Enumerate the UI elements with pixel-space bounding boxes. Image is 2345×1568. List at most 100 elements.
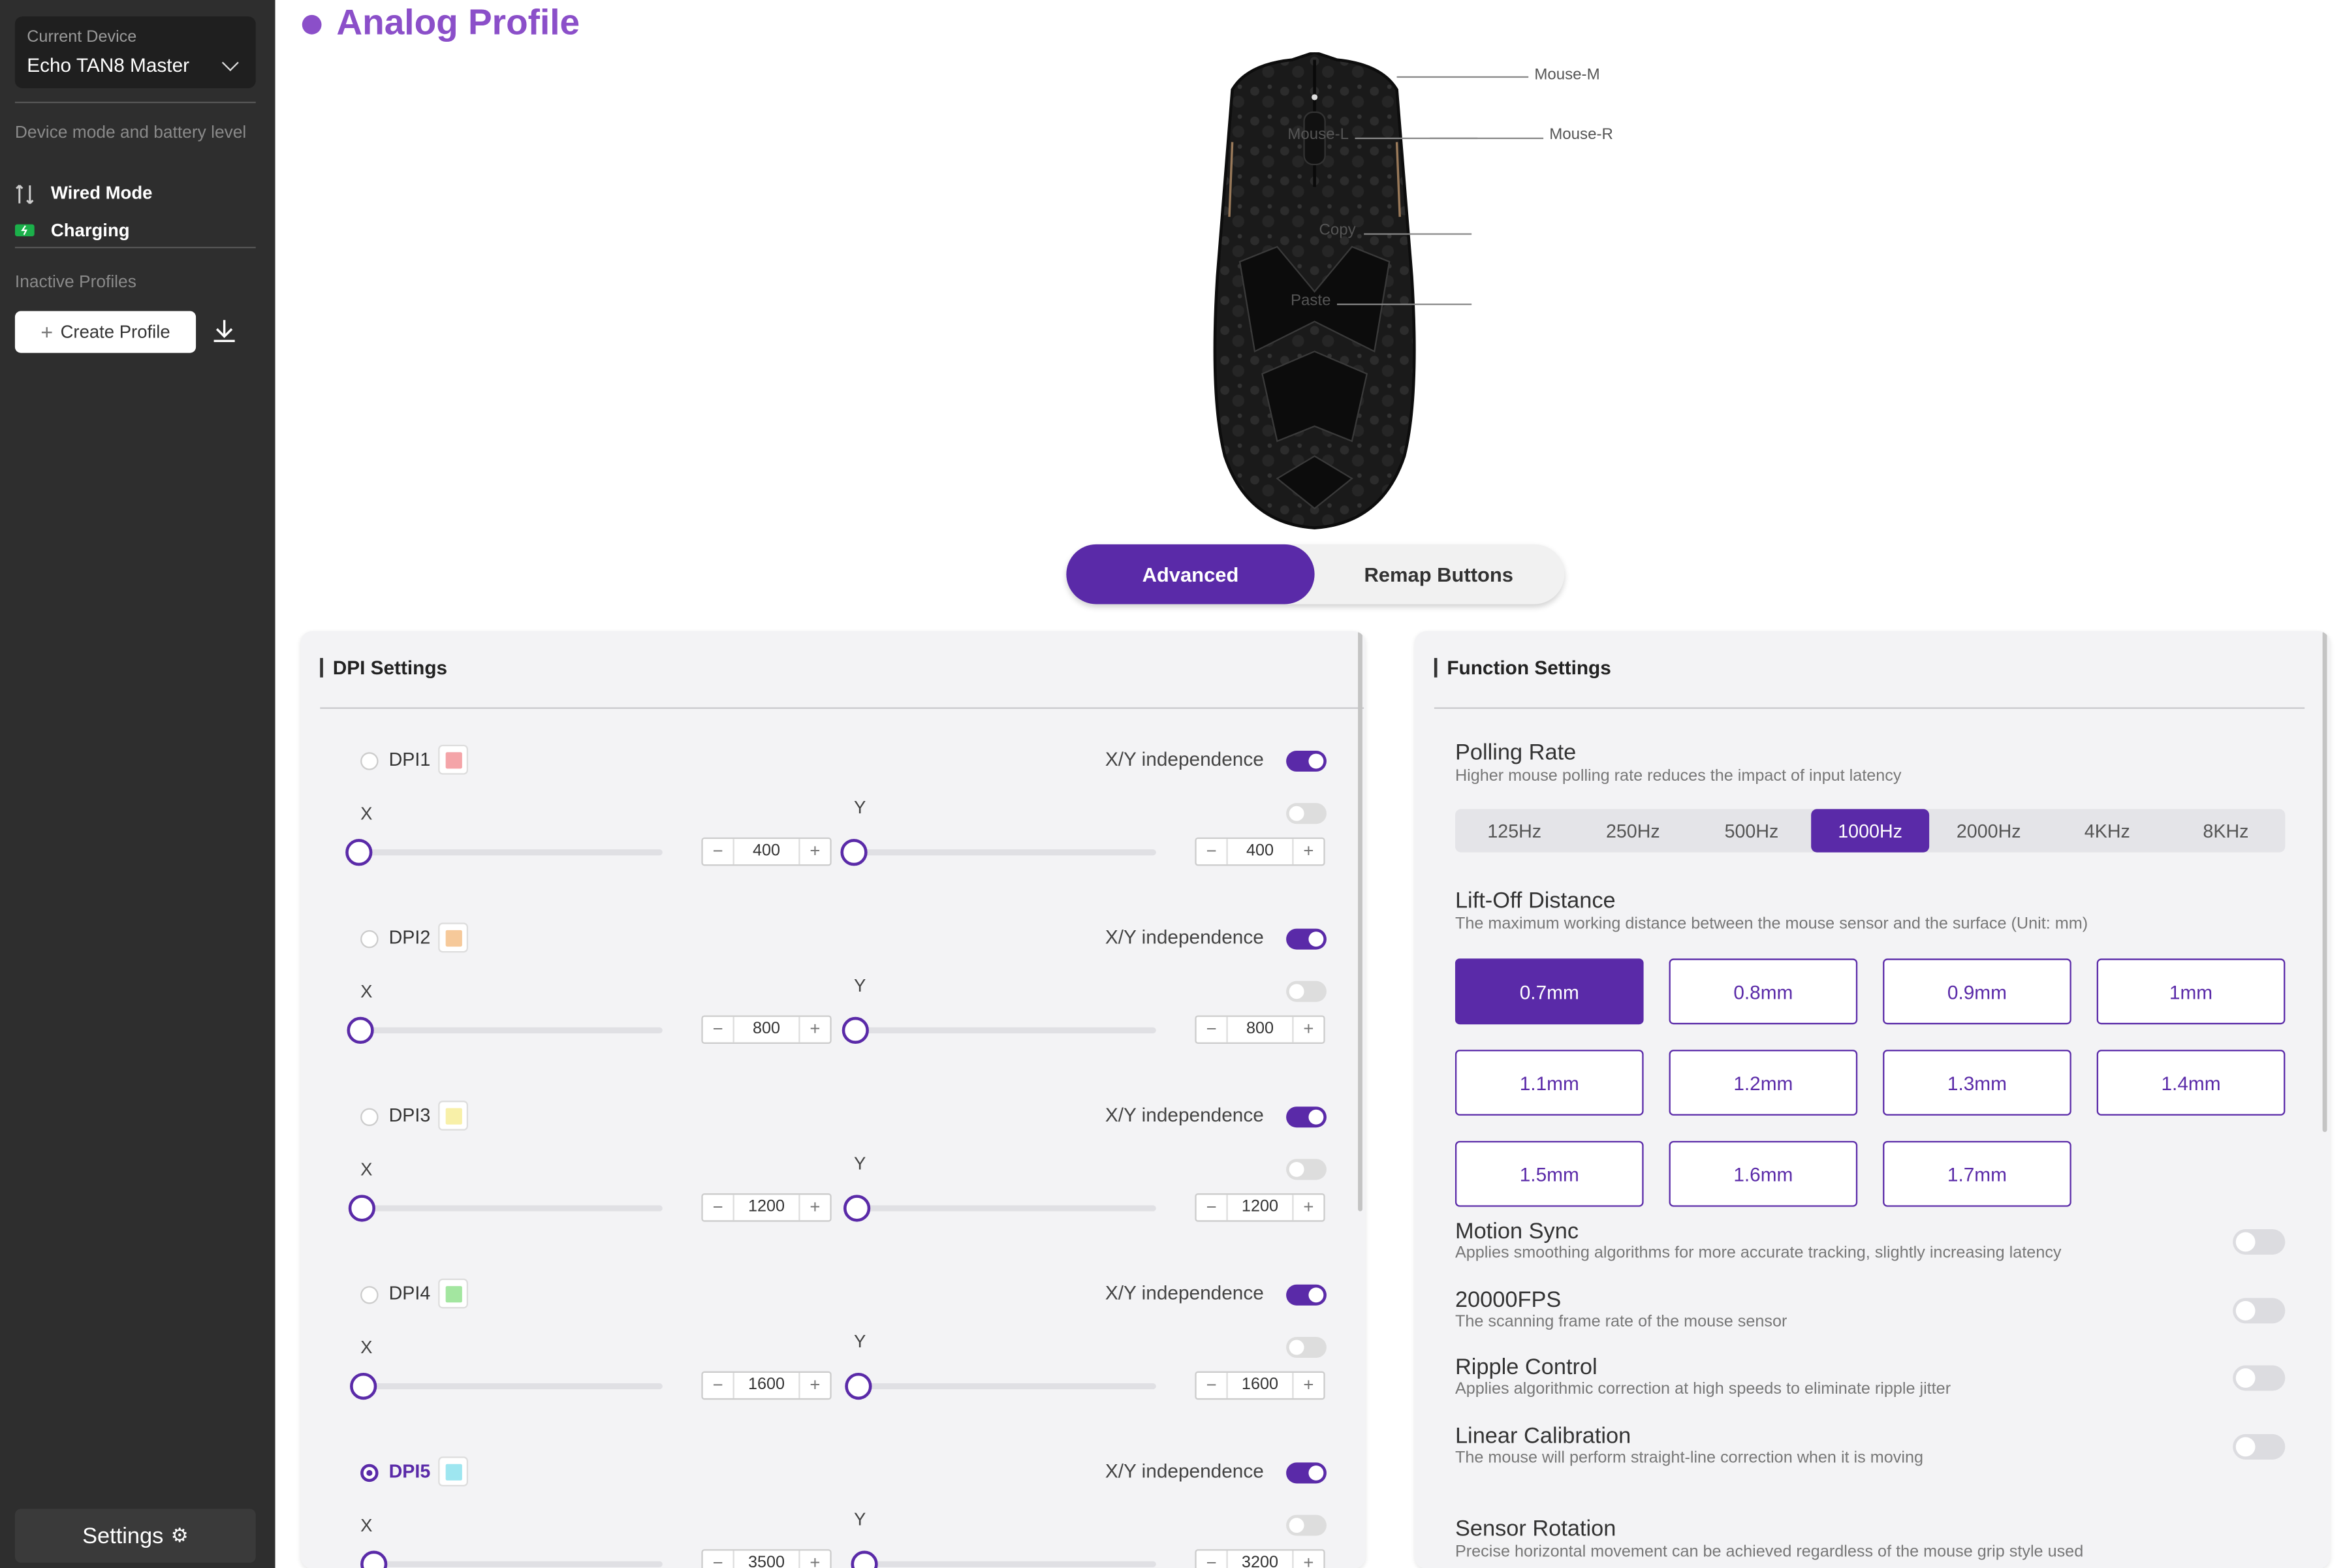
increment-button[interactable]: + <box>1294 1551 1324 1568</box>
decrement-button[interactable]: − <box>703 1551 733 1568</box>
x-slider-track[interactable] <box>360 1383 663 1390</box>
polling-option[interactable]: 4KHz <box>2048 809 2167 852</box>
polling-option[interactable]: 8KHz <box>2167 809 2286 852</box>
settings-button[interactable]: Settings ⚙ <box>14 1509 256 1563</box>
x-slider-track[interactable] <box>360 1205 663 1212</box>
liftoff-option[interactable]: 1.3mm <box>1883 1050 2071 1116</box>
liftoff-option[interactable]: 1.5mm <box>1455 1140 1644 1207</box>
xy-independence-toggle[interactable] <box>1286 1284 1327 1306</box>
xy-independence-toggle[interactable] <box>1286 1106 1327 1128</box>
feature-toggle[interactable] <box>2233 1365 2286 1391</box>
feature-toggle[interactable] <box>2233 1433 2286 1459</box>
increment-button[interactable]: + <box>800 1373 830 1398</box>
dpi-radio[interactable] <box>360 1286 379 1304</box>
increment-button[interactable]: + <box>1294 839 1324 864</box>
polling-option[interactable]: 2000Hz <box>1929 809 2048 852</box>
decrement-button[interactable]: − <box>1197 1373 1227 1398</box>
dpi-radio[interactable] <box>360 752 379 770</box>
y-slider-track[interactable] <box>854 849 1156 856</box>
dpi-radio[interactable] <box>360 1464 379 1482</box>
decrement-button[interactable]: − <box>703 1373 733 1398</box>
liftoff-option[interactable]: 0.9mm <box>1883 958 2071 1025</box>
liftoff-option[interactable]: 1mm <box>2096 958 2286 1025</box>
y-value-stepper[interactable]: −3200 + <box>1195 1549 1325 1568</box>
x-value[interactable]: 1600 <box>732 1372 800 1398</box>
increment-button[interactable]: + <box>1294 1017 1324 1043</box>
y-value[interactable]: 3200 <box>1226 1550 1294 1568</box>
decrement-button[interactable]: − <box>1197 1551 1227 1568</box>
y-value-stepper[interactable]: −800 + <box>1195 1015 1325 1044</box>
x-value[interactable]: 1200 <box>732 1195 800 1221</box>
y-slider-track[interactable] <box>854 1205 1156 1212</box>
x-slider-track[interactable] <box>360 1561 663 1567</box>
y-lock-toggle[interactable] <box>1286 1336 1327 1358</box>
y-slider-knob[interactable] <box>851 1550 878 1568</box>
x-slider-knob[interactable] <box>345 839 373 866</box>
y-slider-knob[interactable] <box>840 839 868 866</box>
x-slider-knob[interactable] <box>360 1550 388 1568</box>
y-value[interactable]: 400 <box>1226 839 1294 865</box>
dpi-color-swatch[interactable] <box>438 922 469 953</box>
xy-independence-toggle[interactable] <box>1286 750 1327 772</box>
liftoff-option[interactable]: 1.7mm <box>1883 1140 2071 1207</box>
y-lock-toggle[interactable] <box>1286 980 1327 1002</box>
y-slider-knob[interactable] <box>845 1372 872 1400</box>
y-slider-knob[interactable] <box>842 1016 869 1044</box>
liftoff-option[interactable]: 1.6mm <box>1669 1140 1858 1207</box>
polling-option[interactable]: 250Hz <box>1574 809 1693 852</box>
x-slider-track[interactable] <box>360 849 663 856</box>
polling-option[interactable]: 1000Hz <box>1810 809 1930 853</box>
device-selector[interactable]: Current Device Echo TAN8 Master <box>14 16 256 89</box>
liftoff-option[interactable]: 1.1mm <box>1455 1050 1644 1116</box>
dpi-radio[interactable] <box>360 930 379 949</box>
y-slider-track[interactable] <box>854 1383 1156 1390</box>
y-value[interactable]: 1200 <box>1226 1195 1294 1221</box>
y-value-stepper[interactable]: −400 + <box>1195 837 1325 866</box>
x-slider-knob[interactable] <box>347 1016 374 1044</box>
feature-toggle[interactable] <box>2233 1229 2286 1255</box>
y-value-stepper[interactable]: −1200 + <box>1195 1193 1325 1222</box>
y-slider-track[interactable] <box>854 1027 1156 1033</box>
liftoff-option[interactable]: 0.8mm <box>1669 958 1858 1025</box>
x-slider-knob[interactable] <box>350 1372 377 1400</box>
x-slider-knob[interactable] <box>348 1195 375 1222</box>
x-value-stepper[interactable]: −1600 + <box>701 1371 832 1400</box>
y-lock-toggle[interactable] <box>1286 1159 1327 1180</box>
xy-independence-toggle[interactable] <box>1286 928 1327 950</box>
increment-button[interactable]: + <box>800 839 830 864</box>
y-slider-track[interactable] <box>854 1561 1156 1567</box>
increment-button[interactable]: + <box>800 1195 830 1220</box>
dpi-color-swatch[interactable] <box>438 1278 469 1309</box>
tab-advanced[interactable]: Advanced <box>1066 544 1315 604</box>
y-lock-toggle[interactable] <box>1286 1514 1327 1536</box>
x-slider-track[interactable] <box>360 1027 663 1033</box>
x-value[interactable]: 800 <box>732 1016 800 1043</box>
decrement-button[interactable]: − <box>1197 839 1227 864</box>
y-value[interactable]: 800 <box>1226 1016 1294 1043</box>
create-profile-button[interactable]: + Create Profile <box>14 311 197 353</box>
increment-button[interactable]: + <box>1294 1373 1324 1398</box>
y-slider-knob[interactable] <box>843 1195 871 1222</box>
y-value-stepper[interactable]: −1600 + <box>1195 1371 1325 1400</box>
decrement-button[interactable]: − <box>1197 1017 1227 1043</box>
x-value[interactable]: 3500 <box>732 1550 800 1568</box>
liftoff-option[interactable]: 1.4mm <box>2096 1050 2286 1116</box>
dpi-color-swatch[interactable] <box>438 1456 469 1487</box>
increment-button[interactable]: + <box>800 1017 830 1043</box>
x-value[interactable]: 400 <box>732 839 800 865</box>
download-icon[interactable] <box>211 317 238 344</box>
liftoff-option[interactable]: 1.2mm <box>1669 1050 1858 1116</box>
feature-toggle[interactable] <box>2233 1297 2286 1323</box>
dpi-color-swatch[interactable] <box>438 744 469 775</box>
decrement-button[interactable]: − <box>703 1017 733 1043</box>
polling-option[interactable]: 500Hz <box>1692 809 1811 852</box>
increment-button[interactable]: + <box>1294 1195 1324 1220</box>
polling-option[interactable]: 125Hz <box>1455 809 1574 852</box>
decrement-button[interactable]: − <box>703 839 733 864</box>
liftoff-option[interactable]: 0.7mm <box>1455 958 1644 1025</box>
x-value-stepper[interactable]: −1200 + <box>701 1193 832 1222</box>
y-value[interactable]: 1600 <box>1226 1372 1294 1398</box>
decrement-button[interactable]: − <box>1197 1195 1227 1220</box>
x-value-stepper[interactable]: −400 + <box>701 837 832 866</box>
x-value-stepper[interactable]: −3500 + <box>701 1549 832 1568</box>
